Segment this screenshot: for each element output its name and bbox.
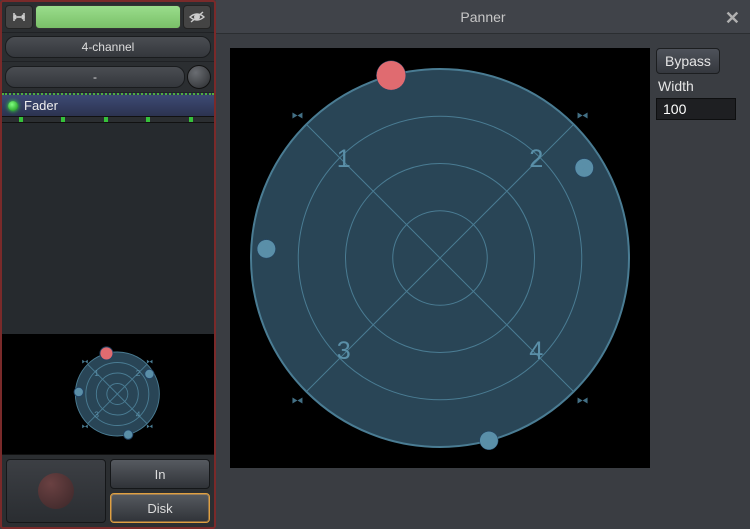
svg-text:3: 3 [337,337,351,365]
svg-text:3: 3 [486,435,492,447]
panner-field[interactable]: 1 2 3 4 2 3 4 [230,48,650,468]
svg-text:2: 2 [148,373,151,379]
svg-text:1: 1 [94,368,99,378]
svg-text:4: 4 [77,391,80,397]
track-color-bar[interactable] [35,5,181,29]
svg-text:1: 1 [337,145,351,173]
svg-text:3: 3 [127,433,130,439]
svg-text:2: 2 [581,162,587,174]
record-dot-icon [38,473,74,509]
mini-panner-preview[interactable]: 1 2 3 4 2 3 4 [2,334,214,454]
svg-text:2: 2 [136,368,141,378]
fader-row[interactable]: Fader [2,93,214,117]
record-arm-button[interactable] [6,459,106,523]
visibility-toggle-icon[interactable] [183,5,211,29]
trim-button[interactable]: - [5,66,185,88]
channel-mode-button[interactable]: 4-channel [5,36,211,58]
trim-knob[interactable] [187,65,211,89]
width-label: Width [656,78,694,94]
titlebar[interactable]: Panner ✕ [216,0,750,34]
plugin-slot-area[interactable] [2,123,214,334]
window-title: Panner [460,9,505,25]
svg-text:4: 4 [263,243,269,255]
svg-text:4: 4 [136,410,141,420]
svg-text:4: 4 [529,337,543,365]
width-input[interactable] [656,98,736,120]
bypass-button[interactable]: Bypass [656,48,720,74]
close-icon[interactable]: ✕ [725,8,740,29]
monitor-disk-button[interactable]: Disk [110,493,210,523]
width-expand-icon[interactable] [5,5,33,29]
svg-text:2: 2 [529,145,543,173]
plugin-active-led-icon [8,101,18,111]
svg-text:3: 3 [94,410,99,420]
meter-ticks [2,117,214,123]
monitor-in-button[interactable]: In [110,459,210,489]
fader-label: Fader [24,98,58,113]
